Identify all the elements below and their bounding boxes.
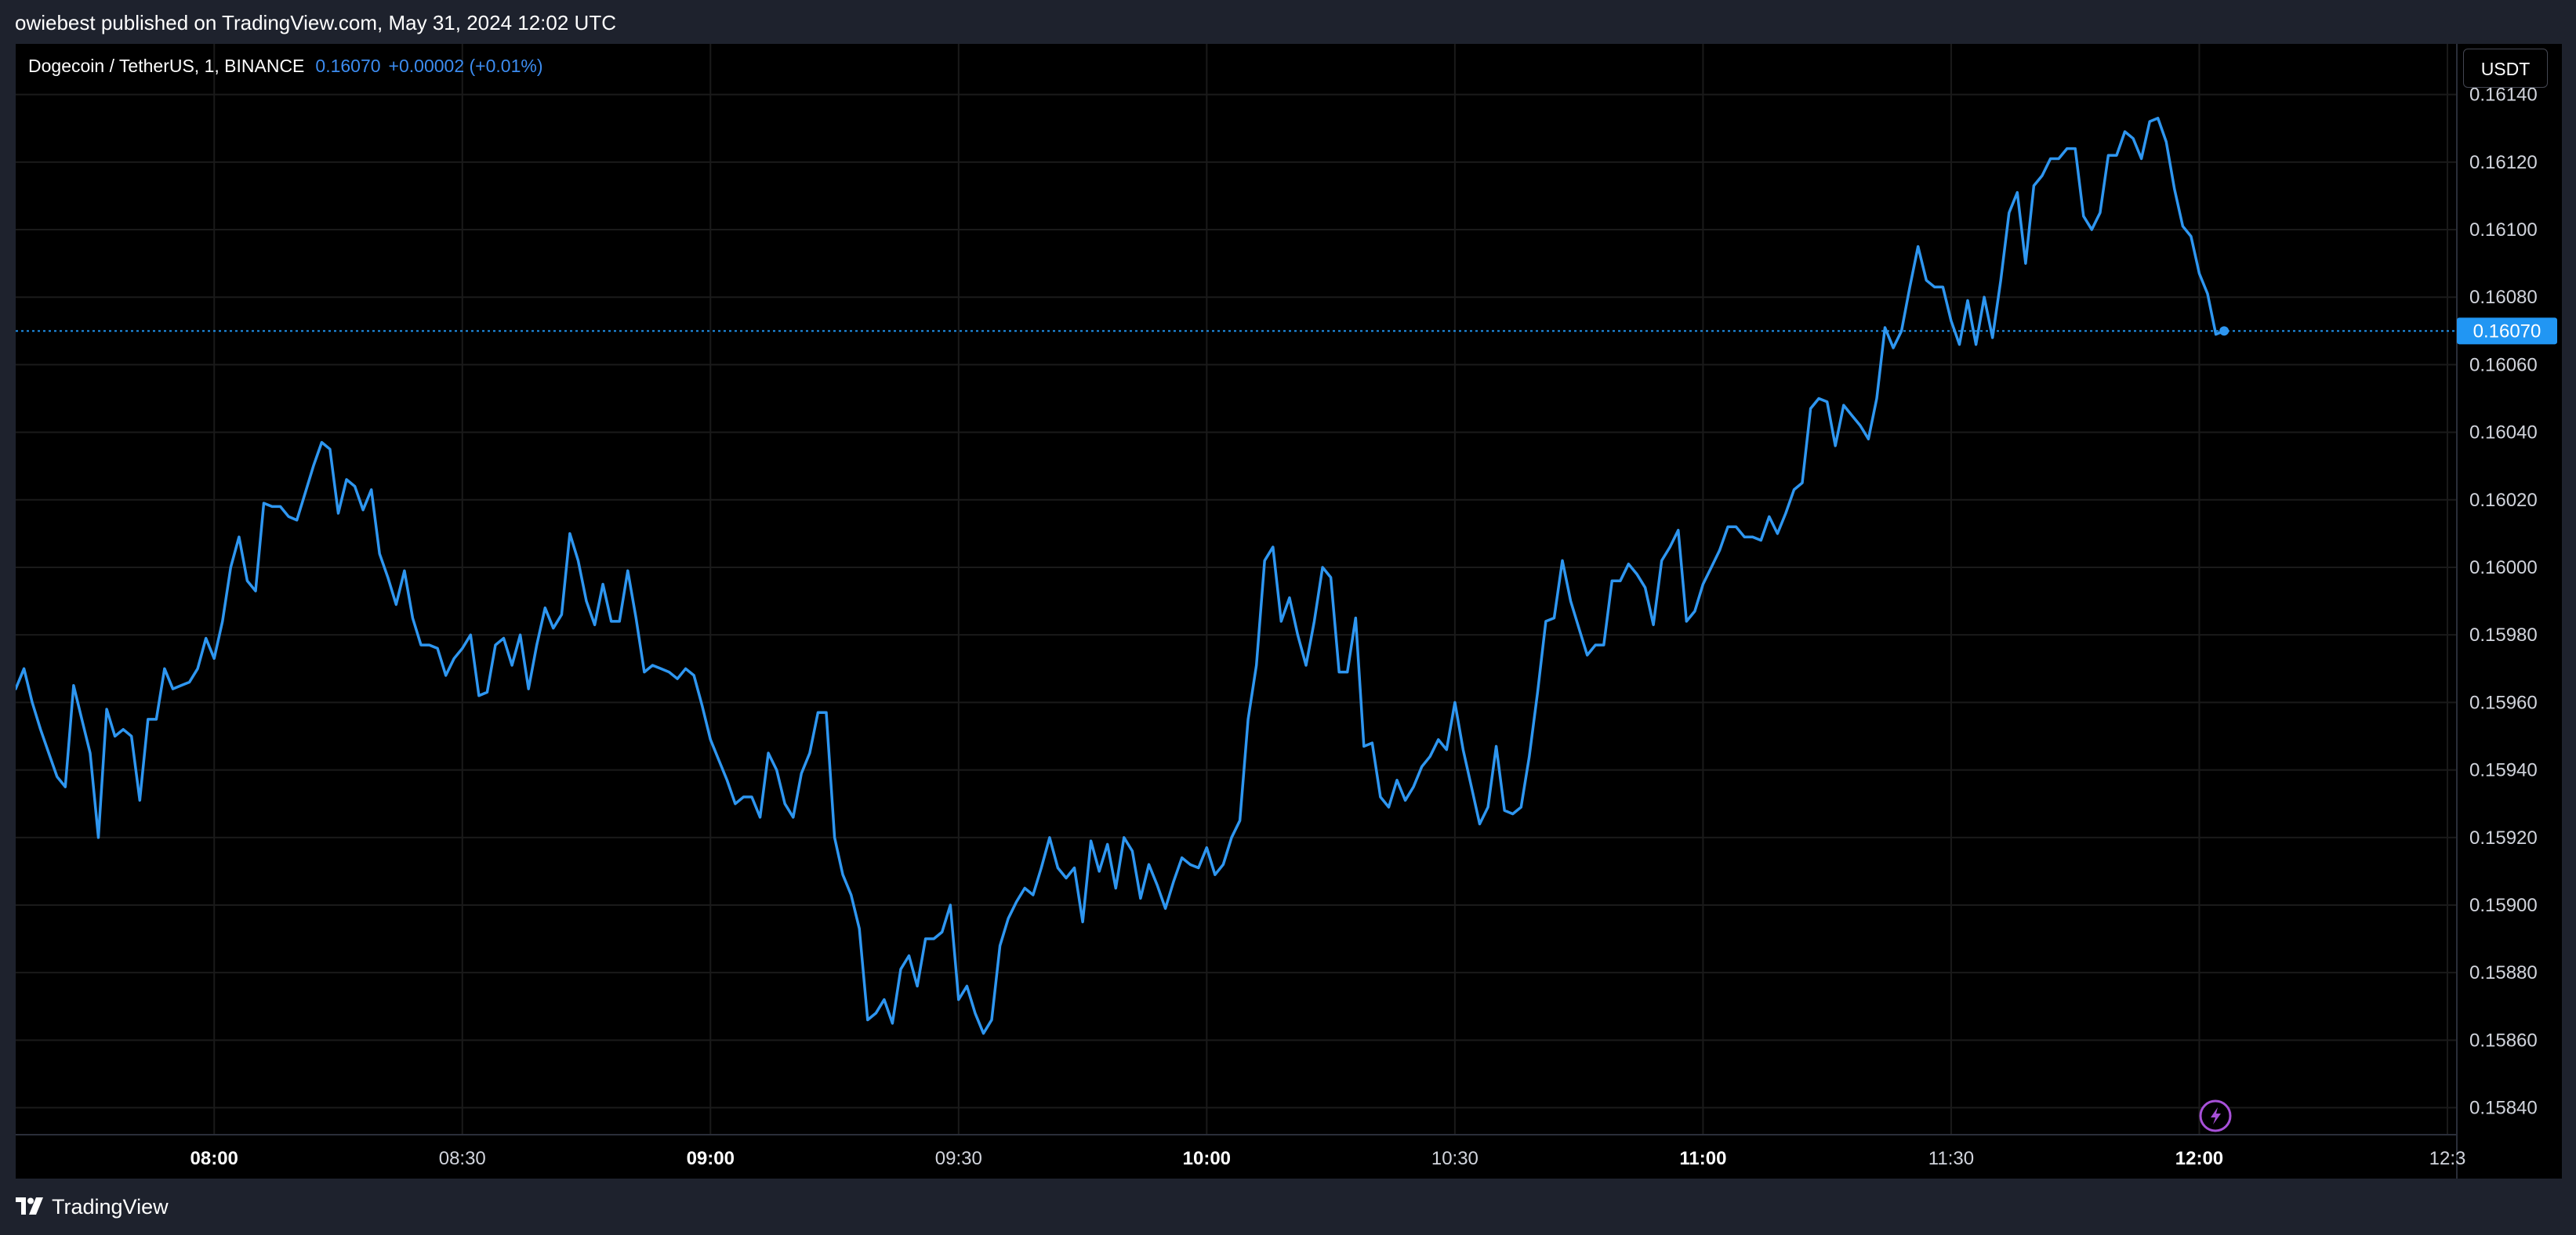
y-tick-label: 0.15880 <box>2469 962 2538 983</box>
lightning-icon <box>2199 1099 2232 1132</box>
price-chart[interactable]: 0.161400.161200.161000.160800.160600.160… <box>16 44 2562 1179</box>
x-tick-label: 12:3 <box>2429 1148 2466 1169</box>
symbol-title[interactable]: Dogecoin / TetherUS, 1, BINANCE <box>28 56 304 76</box>
legend-last-value: 0.16070 <box>315 56 381 76</box>
last-price-tag-text: 0.16070 <box>2473 321 2542 342</box>
y-tick-label: 0.15900 <box>2469 895 2538 916</box>
x-tick-label: 09:00 <box>687 1148 735 1169</box>
y-gridlines <box>16 93 2457 1109</box>
y-tick-label: 0.15940 <box>2469 760 2538 781</box>
x-tick-label: 11:00 <box>1679 1148 1726 1169</box>
tradingview-brand[interactable]: TradingView <box>16 1193 169 1221</box>
y-tick-label: 0.15920 <box>2469 828 2538 849</box>
x-tick-label: 08:00 <box>190 1148 238 1169</box>
y-tick-label: 0.16080 <box>2469 287 2538 308</box>
y-tick-label: 0.16000 <box>2469 557 2538 578</box>
bottom-bar: TradingView <box>0 1179 2576 1235</box>
y-tick-label: 0.16060 <box>2469 354 2538 375</box>
x-tick-label: 08:30 <box>439 1148 486 1169</box>
currency-button[interactable]: USDT <box>2463 49 2548 88</box>
price-series-line <box>16 117 2226 1035</box>
y-tick-label: 0.16120 <box>2469 152 2538 173</box>
y-tick-label: 0.16040 <box>2469 422 2538 444</box>
x-tick-label: 09:30 <box>935 1148 982 1169</box>
y-tick-label: 0.15840 <box>2469 1098 2538 1119</box>
x-tick-label: 10:30 <box>1431 1148 1478 1169</box>
x-tick-label: 11:30 <box>1928 1148 1974 1169</box>
price-axis-labels: 0.161400.161200.161000.160800.160600.160… <box>2469 85 2538 1119</box>
publish-info: owiebest published on TradingView.com, M… <box>15 11 616 34</box>
y-tick-label: 0.15960 <box>2469 692 2538 713</box>
y-tick-label: 0.16020 <box>2469 490 2538 511</box>
y-tick-label: 0.16100 <box>2469 219 2538 241</box>
legend-change: +0.00002 (+0.01%) <box>388 56 543 76</box>
x-tick-label: 10:00 <box>1183 1148 1231 1169</box>
y-tick-label: 0.15980 <box>2469 625 2538 646</box>
last-price-dot <box>2219 326 2230 336</box>
last-price-tag: 0.16070 <box>2457 317 2557 345</box>
brand-name: TradingView <box>52 1194 169 1219</box>
chart-legend: Dogecoin / TetherUS, 1, BINANCE 0.16070 +0… <box>28 56 542 77</box>
top-bar: owiebest published on TradingView.com, M… <box>0 0 2576 45</box>
time-axis-labels: 08:00 08:30 09:00 09:30 10:00 10:30 11:00 11:30… <box>190 1148 2466 1169</box>
x-tick-label: 12:00 <box>2175 1148 2223 1169</box>
y-tick-label: 0.15860 <box>2469 1030 2538 1051</box>
chart-panel[interactable]: 0.16140 0.16120 0.16100 0.16080 0.16060 0.160… <box>16 44 2562 1179</box>
tradingview-logo-icon <box>16 1197 43 1215</box>
